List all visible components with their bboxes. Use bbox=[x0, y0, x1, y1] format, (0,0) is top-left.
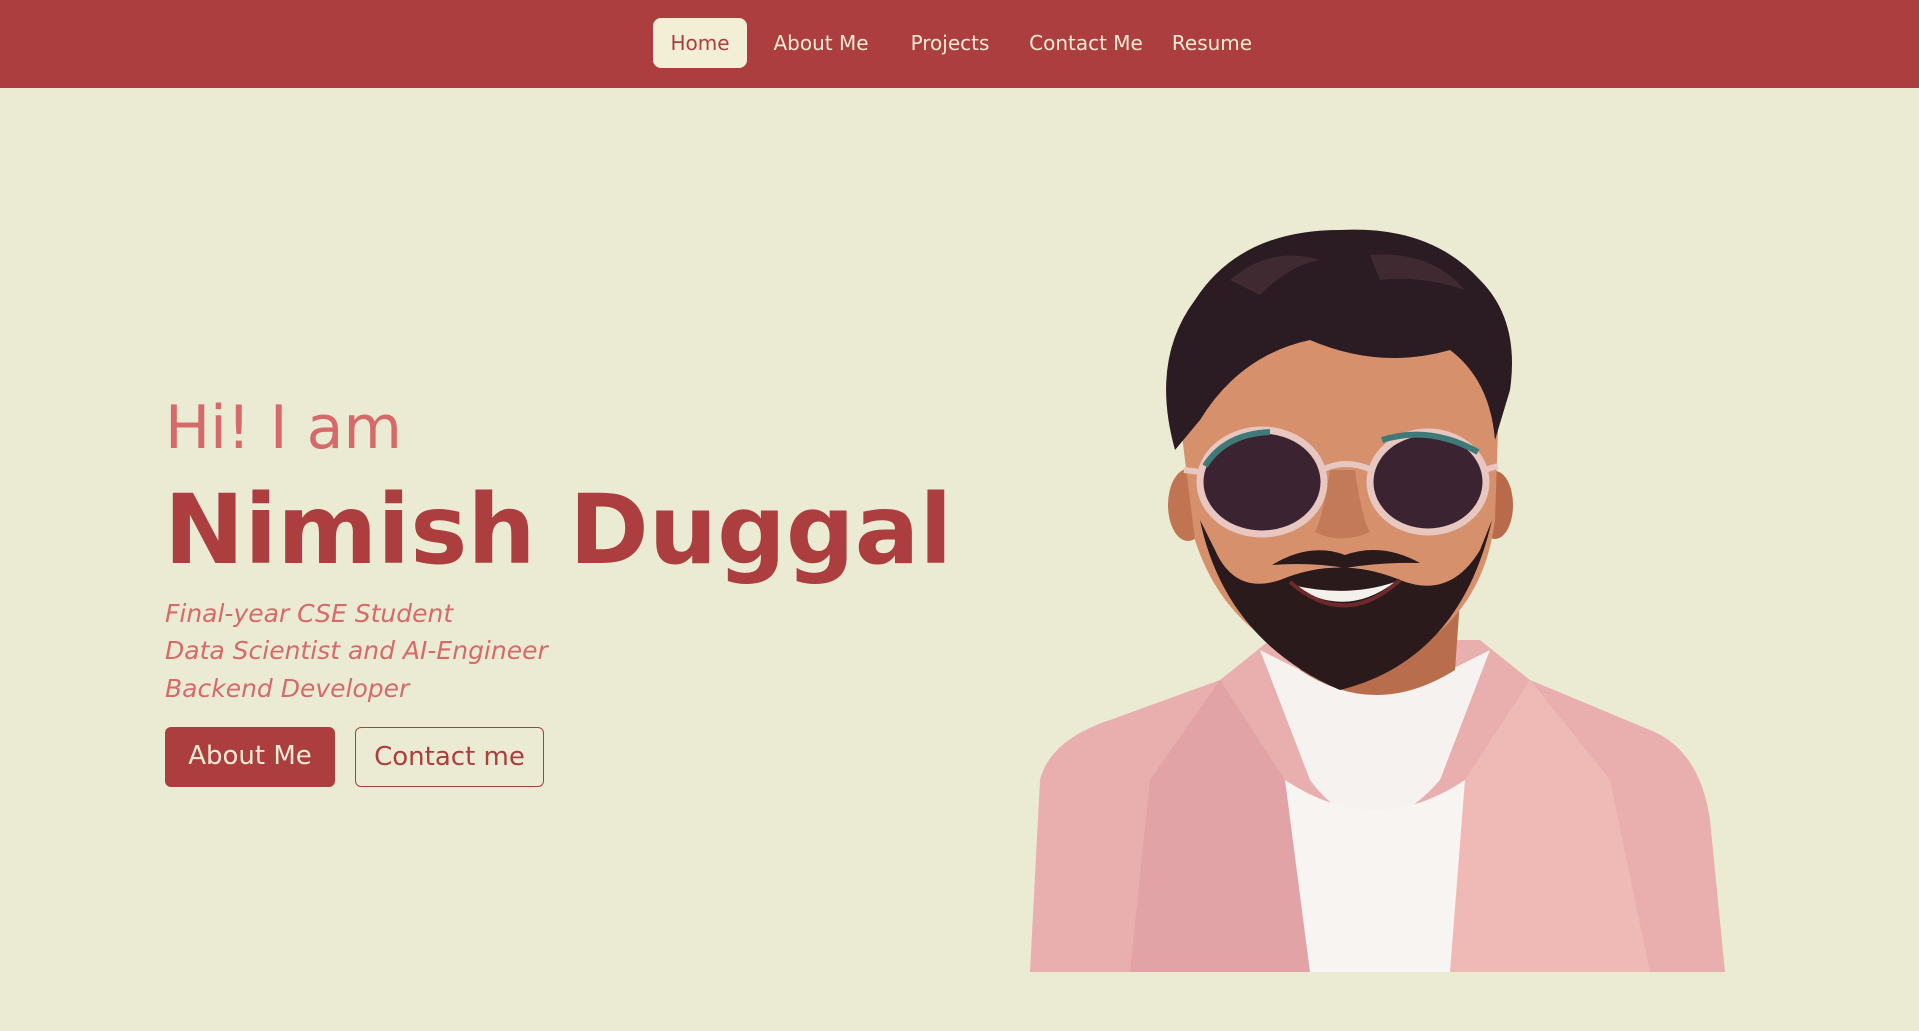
nav-resume[interactable]: Resume bbox=[1166, 18, 1258, 68]
tagline-data-scientist: Data Scientist and AI-Engineer bbox=[165, 636, 548, 665]
nav-contact-me[interactable]: Contact Me bbox=[1026, 18, 1146, 68]
contact-me-button[interactable]: Contact me bbox=[355, 727, 544, 787]
nav-home[interactable]: Home bbox=[653, 18, 747, 68]
tagline-backend: Backend Developer bbox=[165, 674, 410, 703]
top-navbar: Home About Me Projects Contact Me Resume bbox=[0, 0, 1919, 88]
hero-greeting: Hi! I am bbox=[165, 393, 402, 463]
nav-projects[interactable]: Projects bbox=[902, 18, 998, 68]
portrait-illustration bbox=[1030, 229, 1725, 972]
tagline-student: Final-year CSE Student bbox=[165, 599, 454, 628]
hero-name: Nimish Duggal bbox=[164, 474, 953, 586]
nav-about-me[interactable]: About Me bbox=[766, 18, 876, 68]
about-me-button[interactable]: About Me bbox=[165, 727, 335, 787]
